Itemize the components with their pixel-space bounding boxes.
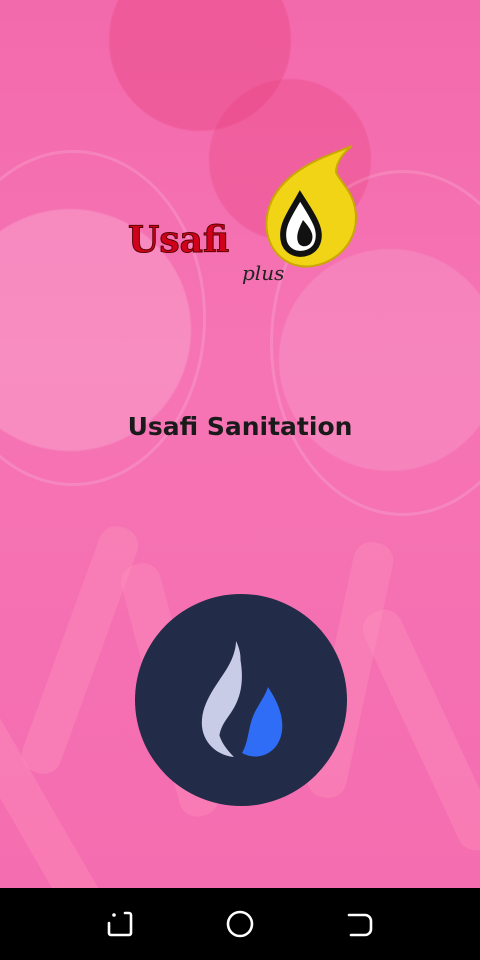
back-nav-button[interactable] [96,900,144,948]
background-food-4 [356,603,480,857]
background-food-1 [16,520,144,780]
recents-icon [347,913,373,937]
home-icon [226,910,254,938]
logo-subtext: plus [242,261,284,285]
home-nav-button[interactable] [216,900,264,948]
logo-graphic: Usafi plus [128,145,358,285]
flame-action-button[interactable] [135,594,347,806]
system-navigation-bar [0,888,480,960]
logo-text: Usafi [128,219,229,261]
recents-nav-button[interactable] [336,900,384,948]
back-icon [107,911,133,937]
splash-screen: Usafi plus Usafi Sanitation [0,0,480,960]
flame-icon [201,641,283,757]
app-title: Usafi Sanitation [127,412,353,441]
usafi-plus-logo: Usafi plus [120,140,360,290]
